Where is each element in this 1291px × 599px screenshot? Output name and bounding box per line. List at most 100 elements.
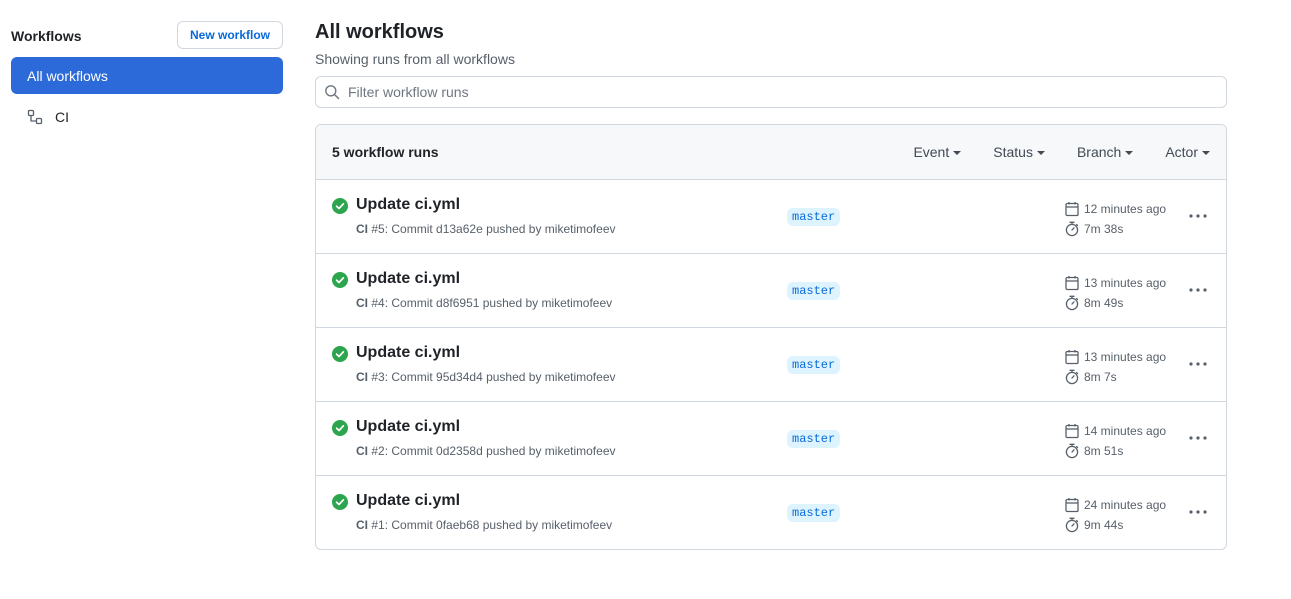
- run-title-link[interactable]: Update ci.yml: [356, 418, 460, 436]
- run-timing: 13 minutes ago 8m 49s: [1064, 273, 1166, 313]
- commit-info: : Commit 95d34d4 pushed by miketimofeev: [384, 370, 616, 384]
- caret-down-icon: [1202, 151, 1210, 155]
- run-timing: 13 minutes ago 8m 7s: [1064, 347, 1166, 387]
- sidebar-item-ci[interactable]: CI: [11, 103, 283, 130]
- calendar-icon: [1064, 349, 1080, 365]
- run-title-link[interactable]: Update ci.yml: [356, 492, 460, 510]
- stopwatch-icon: [1064, 295, 1080, 311]
- stopwatch-icon: [1064, 517, 1080, 533]
- run-title-link[interactable]: Update ci.yml: [356, 270, 460, 288]
- workflow-run-row: Update ci.yml CI #1: Commit 0faeb68 push…: [316, 476, 1226, 549]
- caret-down-icon: [953, 151, 962, 155]
- run-filters: Event Status Branch Actor: [913, 144, 1210, 160]
- calendar-icon: [1064, 497, 1080, 513]
- workflow-run-row: Update ci.yml CI #3: Commit 95d34d4 push…: [316, 328, 1226, 402]
- run-number: #5: [371, 222, 385, 236]
- search-icon: [324, 84, 340, 100]
- commit-info: : Commit d13a62e pushed by miketimofeev: [384, 222, 616, 236]
- run-number: #3: [371, 370, 385, 384]
- branch-filter-menu[interactable]: Branch: [1077, 144, 1134, 160]
- stopwatch-icon: [1064, 221, 1080, 237]
- branch-label[interactable]: master: [787, 356, 841, 374]
- calendar-icon: [1064, 423, 1080, 439]
- run-title-link[interactable]: Update ci.yml: [356, 196, 460, 214]
- run-number: #2: [371, 444, 385, 458]
- run-number: #1: [371, 518, 385, 532]
- filter-label: Event: [913, 144, 950, 160]
- run-duration-line: 8m 51s: [1064, 441, 1166, 461]
- more-options-icon[interactable]: [1186, 208, 1210, 224]
- branch-label[interactable]: master: [787, 504, 841, 522]
- run-date: 14 minutes ago: [1064, 421, 1166, 441]
- stopwatch-icon: [1064, 443, 1080, 459]
- success-check-icon: [332, 420, 348, 436]
- workflows-sidebar: Workflows New workflow All workflows CI: [11, 21, 283, 130]
- filter-label: Status: [993, 144, 1033, 160]
- sidebar-title: Workflows: [11, 28, 82, 44]
- run-duration-line: 9m 44s: [1064, 515, 1166, 535]
- run-meta: CI #3: Commit 95d34d4 pushed by miketimo…: [356, 370, 616, 384]
- run-date: 13 minutes ago: [1064, 347, 1166, 367]
- filter-workflow-runs-input[interactable]: [348, 84, 1226, 100]
- run-duration: 8m 51s: [1084, 444, 1124, 458]
- sidebar-item-label: All workflows: [27, 67, 108, 84]
- run-date: 13 minutes ago: [1064, 273, 1166, 293]
- more-options-icon[interactable]: [1186, 356, 1210, 372]
- calendar-icon: [1064, 201, 1080, 217]
- actor-filter-menu[interactable]: Actor: [1165, 144, 1210, 160]
- run-time-ago: 13 minutes ago: [1084, 350, 1167, 364]
- run-duration: 9m 44s: [1084, 518, 1124, 532]
- caret-down-icon: [1125, 151, 1134, 155]
- more-options-icon[interactable]: [1186, 430, 1210, 446]
- workflow-name: CI: [356, 296, 368, 310]
- stopwatch-icon: [1064, 369, 1080, 385]
- branch-label[interactable]: master: [787, 430, 841, 448]
- workflow-run-row: Update ci.yml CI #5: Commit d13a62e push…: [316, 180, 1226, 254]
- filter-label: Actor: [1165, 144, 1198, 160]
- run-date: 24 minutes ago: [1064, 495, 1166, 515]
- success-check-icon: [332, 272, 348, 288]
- run-count: 5 workflow runs: [332, 144, 439, 160]
- sidebar-header: Workflows New workflow: [11, 21, 283, 49]
- calendar-icon: [1064, 275, 1080, 291]
- run-number: #4: [371, 296, 385, 310]
- event-filter-menu[interactable]: Event: [913, 144, 962, 160]
- workflow-runs-box: 5 workflow runs Event Status Branch Acto…: [315, 124, 1227, 550]
- new-workflow-button[interactable]: New workflow: [176, 21, 283, 49]
- run-duration: 8m 7s: [1084, 370, 1117, 384]
- run-list: Update ci.yml CI #5: Commit d13a62e push…: [316, 180, 1226, 549]
- run-meta: CI #5: Commit d13a62e pushed by miketimo…: [356, 222, 616, 236]
- filter-bar: [315, 76, 1227, 108]
- runs-header: 5 workflow runs Event Status Branch Acto…: [316, 125, 1226, 180]
- caret-down-icon: [1036, 151, 1045, 155]
- sidebar-item-all-workflows[interactable]: All workflows: [11, 57, 283, 94]
- run-meta: CI #1: Commit 0faeb68 pushed by miketimo…: [356, 518, 612, 532]
- run-meta: CI #2: Commit 0d2358d pushed by miketimo…: [356, 444, 616, 458]
- sidebar-item-label: CI: [55, 108, 69, 125]
- status-filter-menu[interactable]: Status: [993, 144, 1045, 160]
- more-options-icon[interactable]: [1186, 282, 1210, 298]
- workflow-name: CI: [356, 444, 368, 458]
- run-duration: 8m 49s: [1084, 296, 1124, 310]
- run-time-ago: 14 minutes ago: [1084, 424, 1167, 438]
- success-check-icon: [332, 494, 348, 510]
- commit-info: : Commit 0d2358d pushed by miketimofeev: [384, 444, 616, 458]
- more-options-icon[interactable]: [1186, 504, 1210, 520]
- workflow-name: CI: [356, 370, 368, 384]
- branch-label[interactable]: master: [787, 208, 841, 226]
- run-timing: 12 minutes ago 7m 38s: [1064, 199, 1166, 239]
- commit-info: : Commit d8f6951 pushed by miketimofeev: [384, 296, 613, 310]
- run-title-link[interactable]: Update ci.yml: [356, 344, 460, 362]
- run-duration-line: 8m 7s: [1064, 367, 1166, 387]
- workflow-icon: [27, 109, 43, 125]
- workflow-name: CI: [356, 222, 368, 236]
- main-content: All workflows Showing runs from all work…: [315, 20, 1227, 550]
- run-timing: 14 minutes ago 8m 51s: [1064, 421, 1166, 461]
- run-time-ago: 24 minutes ago: [1084, 498, 1167, 512]
- workflow-name: CI: [356, 518, 368, 532]
- run-time-ago: 13 minutes ago: [1084, 276, 1167, 290]
- run-duration-line: 8m 49s: [1064, 293, 1166, 313]
- page-title: All workflows: [315, 21, 444, 43]
- branch-label[interactable]: master: [787, 282, 841, 300]
- run-time-ago: 12 minutes ago: [1084, 202, 1167, 216]
